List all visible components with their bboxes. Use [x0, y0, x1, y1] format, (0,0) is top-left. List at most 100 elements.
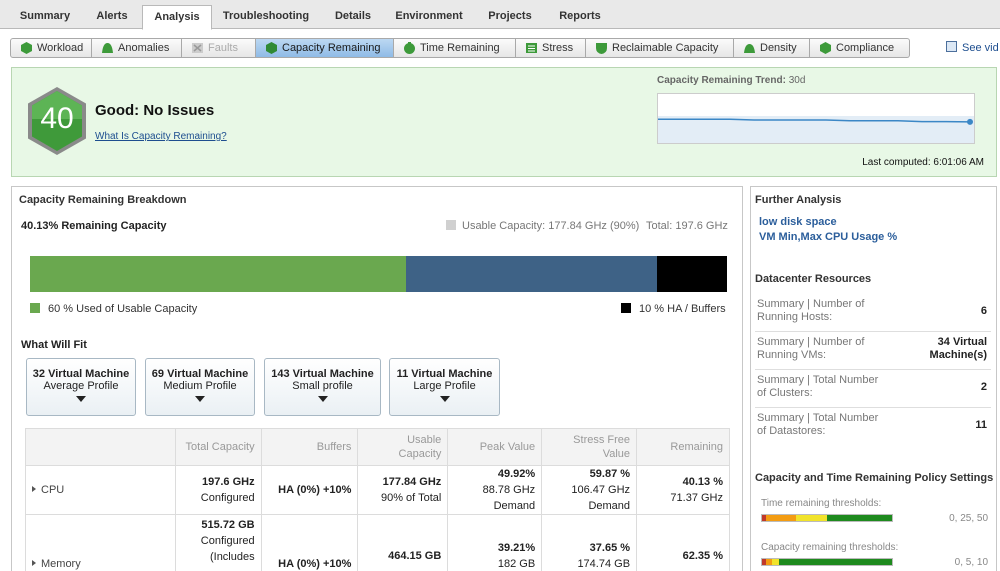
cell-stress-free-value: 37.65 % 174.74 GB: [541, 514, 638, 571]
bar-segment-ha-buffers: [657, 256, 727, 292]
cell-usable-capacity: 177.84 GHz 90% of Total: [357, 465, 449, 515]
table-row-cpu[interactable]: CPU 197.6 GHz Configured HA (0%) +10% 177…: [25, 465, 730, 515]
cell-usable-capacity: 464.15 GB: [357, 514, 449, 571]
cell-remaining: 62.35 %: [636, 514, 730, 571]
cell-peak-value: 49.92% 88.78 GHz Demand: [447, 465, 543, 515]
further-analysis-title: Further Analysis: [755, 194, 842, 206]
vm-fit-card-medium[interactable]: 69 Virtual Machine Medium Profile: [145, 358, 255, 416]
threshold-green: [778, 559, 892, 565]
subtab-reclaimable-capacity[interactable]: Reclaimable Capacity: [586, 38, 734, 58]
dc-row-running-hosts: Summary | Number of Running Hosts: 6: [755, 294, 991, 332]
expand-arrow-icon[interactable]: [32, 560, 36, 566]
dc-row-running-vms: Summary | Number of Running VMs: 34 Virt…: [755, 332, 991, 370]
col-header-buffers[interactable]: Buffers: [260, 428, 359, 466]
bar-segment-remaining: [406, 256, 658, 292]
legend-used: 60 % Used of Usable Capacity: [30, 303, 197, 315]
time-remaining-icon: [404, 42, 415, 54]
workload-icon: [21, 42, 32, 54]
row-name-cpu[interactable]: CPU: [25, 465, 176, 515]
tab-alerts[interactable]: Alerts: [82, 5, 142, 29]
capacity-threshold-bar: [761, 558, 893, 566]
cell-buffers: HA (0%) +10%: [260, 514, 359, 571]
tab-troubleshooting[interactable]: Troubleshooting: [214, 5, 318, 29]
dc-row-clusters: Summary | Total Number of Clusters: 2: [755, 370, 991, 408]
cell-remaining: 40.13 % 71.37 GHz: [636, 465, 730, 515]
trend-last-point: [967, 118, 973, 125]
legend-ha-buffers: 10 % HA / Buffers: [621, 303, 726, 315]
subtab-capacity-remaining[interactable]: Capacity Remaining: [256, 38, 394, 58]
cell-buffers: HA (0%) +10%: [260, 465, 359, 515]
analysis-subtab-bar: Workload Anomalies Faults Capacity Remai…: [0, 30, 1000, 65]
top-tab-bar: Summary Alerts Analysis Troubleshooting …: [0, 0, 1000, 30]
capacity-threshold-label: Capacity remaining thresholds:: [761, 542, 899, 553]
vm-fit-card-average[interactable]: 32 Virtual Machine Average Profile: [26, 358, 136, 416]
col-header-stress-free-value[interactable]: Stress Free Value: [541, 428, 638, 466]
subtab-faults[interactable]: Faults: [182, 38, 256, 58]
usable-capacity-label: Usable Capacity: 177.84 GHz (90%): [446, 220, 639, 232]
tab-reports[interactable]: Reports: [546, 5, 614, 29]
total-capacity-label: Total: 197.6 GHz: [646, 220, 728, 232]
capacity-table: Total Capacity Buffers Usable Capacity P…: [25, 428, 730, 571]
link-low-disk-space[interactable]: low disk space: [759, 216, 837, 228]
see-video-link[interactable]: See vid: [946, 41, 999, 54]
cell-total-capacity: 515.72 GB Configured (Includes: [174, 514, 262, 571]
threshold-yellow: [795, 515, 827, 521]
tab-environment[interactable]: Environment: [386, 5, 472, 29]
col-header-peak-value[interactable]: Peak Value: [447, 428, 543, 466]
tab-details[interactable]: Details: [320, 5, 386, 29]
capacity-status-panel: 40 Good: No Issues What Is Capacity Rema…: [11, 67, 997, 177]
what-is-capacity-remaining-link[interactable]: What Is Capacity Remaining?: [95, 131, 227, 142]
what-will-fit-title: What Will Fit: [21, 339, 87, 351]
vm-fit-card-small[interactable]: 143 Virtual Machine Small profile: [264, 358, 381, 416]
time-threshold-bar: [761, 514, 893, 522]
vm-fit-card-large[interactable]: 11 Virtual Machine Large Profile: [389, 358, 500, 416]
subtab-anomalies[interactable]: Anomalies: [92, 38, 182, 58]
used-legend-swatch: [30, 303, 40, 313]
reclaimable-capacity-icon: [596, 43, 607, 54]
time-threshold-label: Time remaining thresholds:: [761, 498, 882, 509]
compliance-icon: [820, 42, 831, 54]
last-computed-time: Last computed: 6:01:06 AM: [862, 157, 984, 168]
subtab-time-remaining[interactable]: Time Remaining: [394, 38, 516, 58]
table-header-row: Total Capacity Buffers Usable Capacity P…: [25, 428, 730, 466]
bar-segment-used: [30, 256, 407, 292]
capacity-stacked-bar: [30, 256, 727, 292]
density-icon: [744, 44, 755, 53]
subtab-workload[interactable]: Workload: [10, 38, 92, 58]
chevron-down-icon: [76, 396, 86, 402]
further-analysis-panel: Further Analysis low disk space VM Min,M…: [750, 186, 997, 571]
col-header-remaining[interactable]: Remaining: [636, 428, 730, 466]
subtab-density[interactable]: Density: [734, 38, 810, 58]
chevron-down-icon: [439, 396, 450, 402]
remaining-capacity-label: 40.13% Remaining Capacity: [21, 220, 167, 232]
tab-summary[interactable]: Summary: [8, 5, 82, 29]
time-threshold-values: 0, 25, 50: [949, 513, 988, 524]
dc-row-datastores: Summary | Total Number of Datastores: 11: [757, 412, 987, 437]
subtab-stress[interactable]: Stress: [516, 38, 586, 58]
col-header-total-capacity[interactable]: Total Capacity: [174, 428, 262, 466]
col-header-name: [25, 428, 176, 466]
trend-title: Capacity Remaining Trend: 30d: [657, 75, 806, 86]
tab-projects[interactable]: Projects: [474, 5, 546, 29]
ha-legend-swatch: [621, 303, 631, 313]
link-vm-cpu-usage[interactable]: VM Min,Max CPU Usage %: [759, 231, 897, 243]
status-title: Good: No Issues: [95, 102, 215, 119]
row-name-memory[interactable]: Memory: [25, 514, 176, 571]
subtab-compliance[interactable]: Compliance: [810, 38, 910, 58]
trend-chart: [658, 116, 974, 143]
cell-peak-value: 39.21% 182 GB: [447, 514, 543, 571]
video-icon: [946, 41, 957, 52]
col-header-usable-capacity[interactable]: Usable Capacity: [357, 428, 449, 466]
faults-icon: [192, 43, 203, 53]
datacenter-resources-title: Datacenter Resources: [755, 273, 872, 285]
threshold-orange: [765, 515, 796, 521]
breakdown-title: Capacity Remaining Breakdown: [19, 194, 187, 206]
expand-arrow-icon[interactable]: [32, 486, 36, 492]
health-score-value: 40: [40, 102, 74, 135]
threshold-green: [826, 515, 892, 521]
cell-stress-free-value: 59.87 % 106.47 GHz Demand: [541, 465, 638, 515]
table-row-memory[interactable]: Memory 515.72 GB Configured (Includes HA (…: [25, 514, 730, 571]
tab-analysis[interactable]: Analysis: [142, 5, 212, 30]
cell-total-capacity: 197.6 GHz Configured: [174, 465, 262, 515]
capacity-threshold-values: 0, 5, 10: [954, 557, 988, 568]
